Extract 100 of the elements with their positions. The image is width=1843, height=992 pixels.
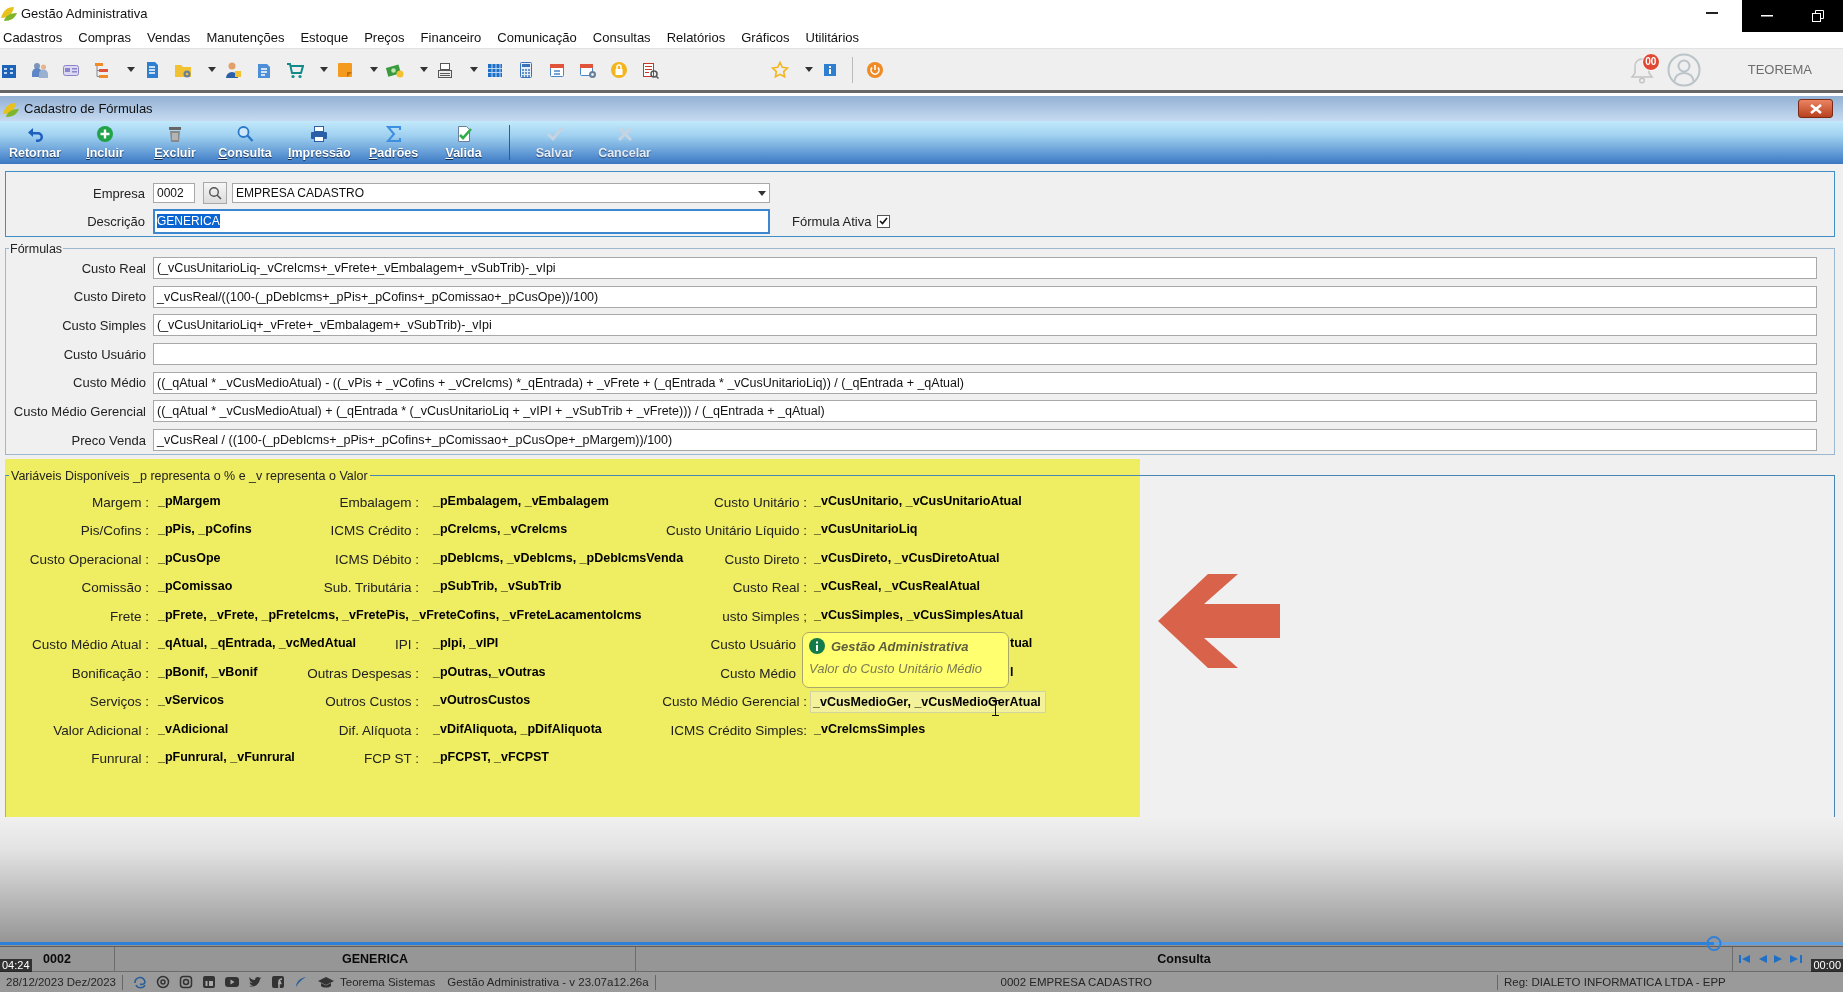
hierarchy-icon[interactable] [93, 60, 111, 79]
variable-name: _pMargem [158, 493, 221, 508]
menu-item[interactable]: Relatórios [666, 30, 726, 45]
formula-field[interactable]: ((_qAtual * _vCusMedioAtual) + (_qEntrada * (_vCusUnitarioLiq + _vIPI + _vSubTrib + _vFrete))) / (_qEntrada + _qAtual) [153, 400, 1817, 423]
swirl-icon[interactable] [133, 975, 147, 989]
formula-field[interactable]: ((_qAtual * _vCusMedioAtual) - ((_vPis + _vCofins + _vCreIcms) *_qEntrada) + _vFrete + (_qEntrada * _vCusUnitarioLiq)) / (_qEntrada + _qAtual) [153, 371, 1817, 394]
notification-badge: 00 [1641, 52, 1660, 71]
leaf-icon [0, 4, 18, 22]
variable-name: _pComissao [158, 579, 233, 594]
status-text: 0002 [43, 952, 71, 966]
menu-item[interactable]: Cadastros [3, 30, 63, 45]
menu-item[interactable]: Estoque [300, 30, 349, 45]
status-text: Consulta [1157, 952, 1211, 966]
caret-icon[interactable] [420, 67, 428, 72]
star-icon[interactable] [771, 60, 789, 79]
triangle-bar-right-icon [1790, 954, 1802, 964]
formula-label: Preco Venda [71, 432, 146, 448]
footer-text: Reg: DIALETO INFORMATICA LTDA - EPP [1503, 976, 1727, 988]
formula-field[interactable]: _vCusReal / ((100-(_pDebIcms+_pPis+_pCofins+_pComissao+_pCusOpe+_pMargem))/100) [153, 429, 1817, 452]
menu-item[interactable]: Financeiro [420, 30, 482, 45]
footer-text: Teorema Sistemas [339, 976, 437, 988]
search-button[interactable] [203, 182, 227, 204]
formula-field[interactable]: _vCusReal/((100-(_pDebIcms+_pPis+_pCofins+_pComissao+_pCusOpe))/100) [153, 285, 1817, 308]
close-button[interactable] [1798, 99, 1833, 118]
variable-label: usto Simples ; [722, 608, 807, 624]
variable-label: Custo Real : [732, 580, 807, 596]
power-icon[interactable] [866, 60, 884, 79]
person-icon[interactable] [224, 60, 242, 79]
caret-icon [758, 190, 766, 196]
formula-label: Custo Médio [73, 375, 146, 391]
people-icon[interactable] [31, 60, 49, 79]
variable-label: Frete : [110, 608, 149, 624]
cart-icon[interactable] [286, 60, 304, 79]
caret-icon[interactable] [208, 67, 216, 72]
triangle-left-icon [1758, 954, 1767, 964]
variable-name: _pOutras,_vOutras [433, 664, 546, 679]
variable-name: _vCusSimples, _vCusSimplesAtual [814, 607, 1024, 622]
field-label: Descrição [87, 213, 145, 229]
variable-name: _vCusReal, _vCusRealAtual [814, 579, 981, 594]
formula-field[interactable]: (_vCusUnitarioLiq-_vCreIcms+_vFrete+_vEmbalagem+_vSubTrib)-_vIpi [153, 257, 1817, 279]
formula-field[interactable]: (_vCusUnitarioLiq+_vFrete+_vEmbalagem+_vSubTrib)-_vIpi [153, 314, 1817, 337]
variable-label: Custo Médio Gerencial : [662, 694, 807, 710]
menu-item[interactable]: Consultas [592, 30, 651, 45]
variable-label: Valor Adicional : [53, 722, 149, 738]
caret-icon[interactable] [805, 67, 813, 72]
square-icon[interactable] [202, 975, 216, 989]
variable-name: _pFunrural, _vFunrural [158, 750, 295, 765]
check-icon [545, 125, 564, 143]
caret-icon[interactable] [370, 67, 378, 72]
caret-icon[interactable] [470, 67, 478, 72]
variable-label: FCP ST : [364, 751, 419, 767]
printer-icon [310, 125, 329, 143]
menu-item[interactable]: Utilitários [805, 30, 860, 45]
at-sign-icon[interactable] [156, 975, 170, 989]
variable-name: _pFCPST, _vFCPST [433, 750, 549, 765]
company-dropdown[interactable]: EMPRESA CADASTRO [232, 183, 770, 203]
swoosh-icon[interactable] [294, 975, 308, 989]
variable-name: tual [1010, 636, 1033, 651]
footer-text: 28/12/2023 Dez/2023 [5, 976, 117, 988]
variable-label: ICMS Crédito : [330, 523, 419, 539]
company-code-field[interactable]: 0002 [153, 183, 195, 203]
formula-label: Custo Usuário [63, 346, 146, 362]
variable-name: _pSubTrib, _vSubTrib [433, 579, 562, 594]
variable-name: _pFrete, _vFrete, _pFreteIcms, _vFretePis, _vFreteCofins, _vFreteLacamentoIcms [158, 607, 642, 622]
variable-name: _vOutrosCustos [433, 693, 531, 708]
menu-item[interactable]: Compras [78, 30, 131, 45]
register-icon[interactable] [436, 60, 454, 79]
report-icon[interactable] [641, 60, 659, 79]
caret-icon[interactable] [127, 67, 135, 72]
restore-icon[interactable] [1811, 10, 1824, 22]
menu-item[interactable]: Gráficos [741, 30, 790, 45]
user-name: TEOREMA [1747, 62, 1812, 77]
bird-icon[interactable] [248, 975, 262, 989]
trash-icon [166, 125, 184, 143]
variable-label: Outros Custos : [325, 694, 419, 710]
tooltip-text: Valor do Custo Unitário Médio [809, 661, 983, 677]
variable-name: _vCusDireto, _vCusDiretoAtual [814, 550, 1000, 565]
formula-field[interactable] [153, 343, 1817, 366]
play-icon[interactable] [225, 975, 239, 989]
variable-name: _vServicos [158, 693, 225, 708]
variable-label: Funrural : [91, 751, 149, 767]
menu-item[interactable]: Preços [364, 30, 405, 45]
note-icon[interactable] [336, 60, 354, 79]
menu-item[interactable]: Comunicação [497, 30, 577, 45]
square-icon[interactable] [271, 975, 285, 989]
footer-text: 0002 EMPRESA CADASTRO [999, 976, 1154, 988]
description-field[interactable]: GENERICA [153, 208, 770, 234]
variable-name: _qAtual, _qEntrada, _vcMedAtual [158, 636, 356, 651]
calculator-icon[interactable] [517, 60, 535, 79]
menu-item[interactable]: Vendas [147, 30, 191, 45]
minimize-icon[interactable] [1761, 15, 1774, 17]
formula-label: Custo Real [81, 260, 146, 276]
menu-item[interactable]: Manutenções [206, 30, 285, 45]
field-label: Empresa [92, 185, 145, 201]
checkbox[interactable] [877, 214, 891, 228]
variable-label: Embalagem : [339, 494, 419, 510]
camera-icon[interactable] [179, 975, 193, 989]
info-icon [809, 638, 825, 655]
slider-handle[interactable] [1706, 936, 1722, 951]
caret-icon[interactable] [320, 67, 328, 72]
